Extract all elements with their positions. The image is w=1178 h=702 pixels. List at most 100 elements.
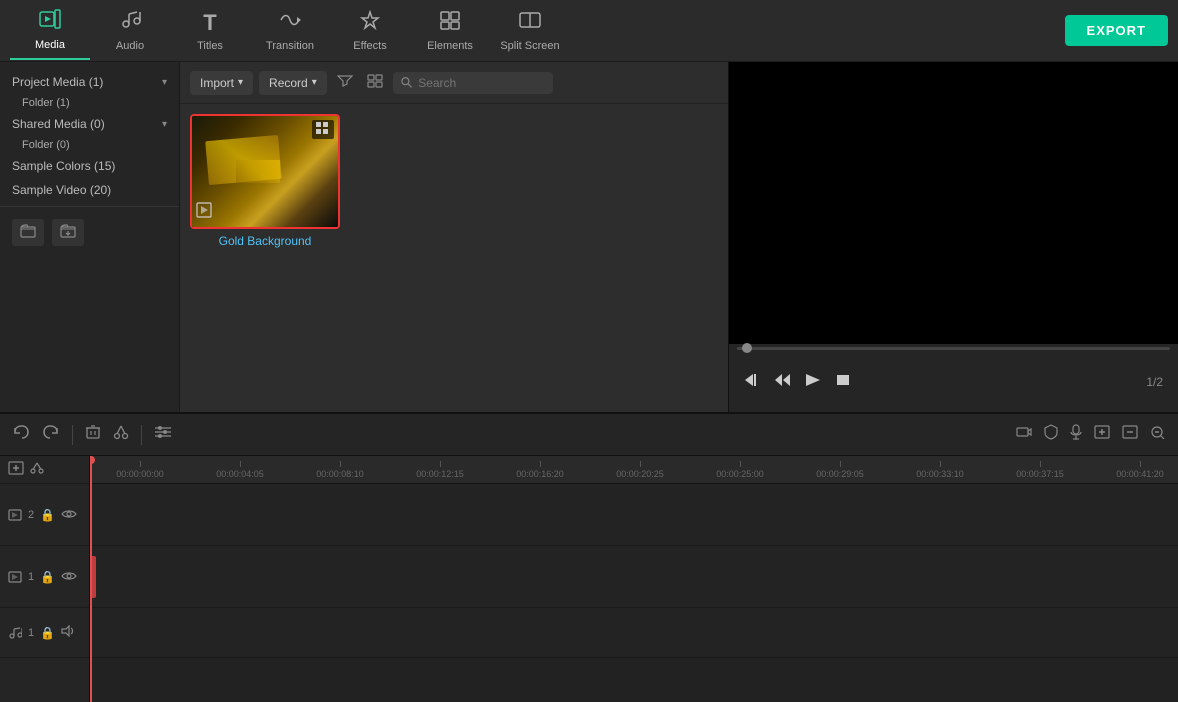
delete-button[interactable] — [85, 424, 101, 445]
undo-button[interactable] — [12, 424, 30, 445]
step-back-button[interactable] — [774, 372, 792, 393]
top-nav: Media Audio T Titles Transition — [0, 0, 1178, 62]
ruler-label-3: 00:00:12:15 — [416, 469, 464, 479]
sidebar-sample-video-label: Sample Video (20) — [12, 183, 111, 197]
ruler-mark-8: 00:00:33:10 — [890, 461, 990, 479]
playhead-line-t2 — [90, 484, 92, 545]
track-add-button[interactable] — [1094, 425, 1110, 444]
track-2-lock[interactable]: 🔒 — [40, 508, 55, 522]
nav-elements[interactable]: Elements — [410, 2, 490, 60]
nav-media[interactable]: Media — [10, 2, 90, 60]
zoom-out-button[interactable] — [1150, 425, 1166, 444]
ruler-label-1: 00:00:04:05 — [216, 469, 264, 479]
add-track-button[interactable] — [8, 461, 24, 478]
media-icon — [39, 9, 61, 35]
ruler-mark-0: 00:00:00:00 — [90, 461, 190, 479]
add-folder-button[interactable] — [12, 219, 44, 246]
sidebar-item-sample-colors[interactable]: Sample Colors (15) — [0, 154, 179, 178]
preview-screen — [729, 62, 1178, 344]
ruler-label-6: 00:00:25:00 — [716, 469, 764, 479]
timeline-body: 2 🔒 1 🔒 1 🔒 — [0, 456, 1178, 702]
nav-titles[interactable]: T Titles — [170, 2, 250, 60]
media-toolbar: Import ▾ Record ▾ — [180, 62, 728, 104]
timeline: 2 🔒 1 🔒 1 🔒 — [0, 412, 1178, 702]
import-folder-button[interactable] — [52, 219, 84, 246]
media-item-gold-background[interactable]: Gold Background — [190, 114, 340, 248]
ruler-label-5: 00:00:20:25 — [616, 469, 664, 479]
tl-right-icons — [1016, 424, 1166, 445]
ruler-label-4: 00:00:16:20 — [516, 469, 564, 479]
audio-1-lock[interactable]: 🔒 — [40, 626, 55, 640]
audio-1-row — [90, 608, 1178, 658]
media-thumbnail-wrap — [190, 114, 340, 229]
nav-audio[interactable]: Audio — [90, 2, 170, 60]
record-button[interactable]: Record ▾ — [259, 71, 327, 95]
audio-icon — [119, 10, 141, 36]
expand-button[interactable] — [1122, 425, 1138, 444]
track-ctrl-1: 1 🔒 — [0, 546, 89, 608]
playhead-line-a1 — [90, 608, 92, 657]
sidebar-item-shared-media[interactable]: Shared Media (0) ▾ — [0, 112, 179, 136]
track-2-row — [90, 484, 1178, 546]
media-thumbnail — [192, 116, 338, 227]
sidebar-folder-1-label: Folder (1) — [22, 97, 70, 109]
ruler-mark-4: 00:00:16:20 — [490, 461, 590, 479]
ruler-label-0: 00:00:00:00 — [116, 469, 164, 479]
audio-ctrl-1: 1 🔒 — [0, 608, 89, 658]
preview-panel: 1/2 — [728, 62, 1178, 412]
ruler: 00:00:00:00 00:00:04:05 00:00:08:10 00:0… — [90, 456, 1178, 484]
audio-1-vol[interactable] — [61, 625, 75, 640]
search-box[interactable] — [393, 72, 553, 94]
sidebar-item-sample-video[interactable]: Sample Video (20) — [0, 178, 179, 202]
nav-split-screen[interactable]: Split Screen — [490, 2, 570, 60]
ruler-label-2: 00:00:08:10 — [316, 469, 364, 479]
play-button[interactable] — [804, 372, 822, 393]
record-label: Record — [269, 76, 308, 90]
sidebar-sample-colors-label: Sample Colors (15) — [12, 159, 115, 173]
export-button[interactable]: EXPORT — [1065, 15, 1168, 46]
nav-effects[interactable]: Effects — [330, 2, 410, 60]
media-grid: Gold Background — [180, 104, 728, 412]
sidebar-folder-0-label: Folder (0) — [22, 139, 70, 151]
nav-elements-label: Elements — [427, 40, 473, 52]
camera-record-button[interactable] — [1016, 425, 1032, 444]
redo-button[interactable] — [42, 424, 60, 445]
import-button[interactable]: Import ▾ — [190, 71, 253, 95]
timeline-toolbar — [0, 414, 1178, 456]
track-1-eye[interactable] — [61, 569, 77, 584]
ruler-label-7: 00:00:29:05 — [816, 469, 864, 479]
scissors-track-button[interactable] — [30, 461, 46, 478]
microphone-button[interactable] — [1070, 424, 1082, 445]
track-2-eye[interactable] — [61, 507, 77, 522]
sidebar: Project Media (1) ▾ Folder (1) Shared Me… — [0, 62, 180, 412]
playhead-line-t1 — [90, 546, 92, 607]
audio-1-icon — [8, 626, 22, 640]
nav-audio-label: Audio — [116, 40, 144, 52]
search-input[interactable] — [418, 76, 545, 90]
sidebar-item-folder-1[interactable]: Folder (1) — [0, 94, 179, 112]
track-1-number: 1 — [28, 571, 34, 583]
sidebar-item-project-media[interactable]: Project Media (1) ▾ — [0, 70, 179, 94]
shield-button[interactable] — [1044, 424, 1058, 445]
adjust-button[interactable] — [154, 425, 172, 444]
ruler-mark-3: 00:00:12:15 — [390, 461, 490, 479]
track-ctrl-2: 2 🔒 — [0, 484, 89, 546]
sidebar-item-folder-0[interactable]: Folder (0) — [0, 136, 179, 154]
thumb-overlay-icon — [312, 120, 334, 139]
search-icon — [401, 76, 412, 89]
media-content: Import ▾ Record ▾ — [180, 62, 728, 412]
ruler-mark-2: 00:00:08:10 — [290, 461, 390, 479]
filter-button[interactable] — [333, 70, 357, 96]
audio-1-number: 1 — [28, 627, 34, 639]
nav-transition[interactable]: Transition — [250, 2, 330, 60]
track-2-icon — [8, 509, 22, 521]
track-1-lock[interactable]: 🔒 — [40, 570, 55, 584]
thumb-play-icon — [196, 202, 212, 223]
grid-view-button[interactable] — [363, 70, 387, 96]
sidebar-shared-media-label: Shared Media (0) — [12, 117, 105, 131]
stop-button[interactable] — [834, 372, 852, 393]
main-layout: Project Media (1) ▾ Folder (1) Shared Me… — [0, 62, 1178, 412]
cut-button[interactable] — [113, 424, 129, 445]
rewind-button[interactable] — [744, 372, 762, 393]
ruler-label-10: 00:00:41:20 — [1116, 469, 1164, 479]
